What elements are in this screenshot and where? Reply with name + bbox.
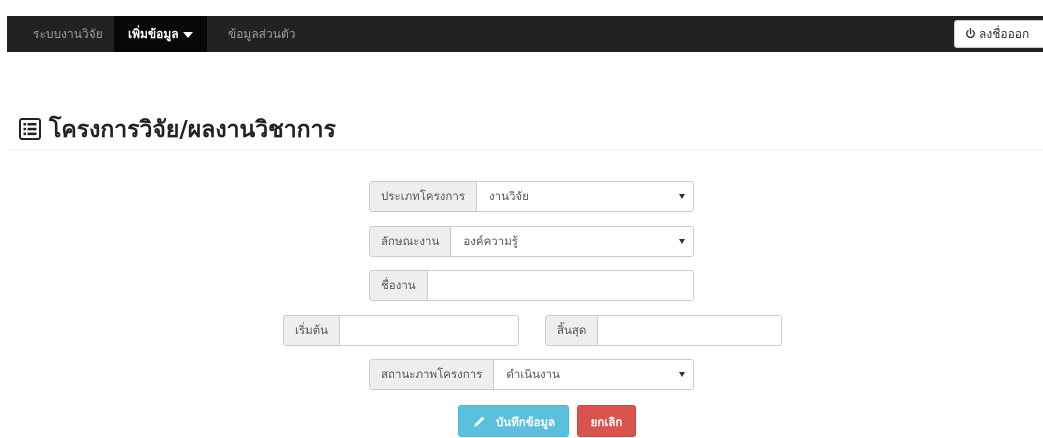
work-name-group: ชื่องาน <box>369 270 694 301</box>
nav-add-data-label: เพิ่มข้อมูล <box>128 27 179 41</box>
end-date-input[interactable] <box>610 316 781 344</box>
project-type-group: ประเภทโครงการ งานวิจัย <box>369 181 694 212</box>
save-button-label: บันทึกข้อมูล <box>496 415 556 429</box>
select-arrow-icon <box>679 372 685 377</box>
pencil-icon <box>474 416 485 427</box>
power-icon <box>966 28 975 39</box>
end-date-label: สิ้นสุด <box>545 315 599 346</box>
page-title-text: โครงการวิจัย/ผลงานวิชาการ <box>49 117 336 143</box>
nav-add-data-dropdown[interactable]: เพิ่มข้อมูล <box>114 16 207 52</box>
project-status-group: สถานะภาพโครงการ ดำเนินงาน <box>369 359 694 390</box>
project-status-label: สถานะภาพโครงการ <box>369 359 495 390</box>
page-title: โครงการวิจัย/ผลงานวิชาการ <box>19 112 336 143</box>
end-date-field[interactable] <box>598 315 782 346</box>
project-type-value: งานวิจัย <box>489 189 529 203</box>
header-divider <box>7 149 1043 150</box>
select-arrow-icon <box>679 194 685 199</box>
start-date-label: เริ่มต้น <box>283 315 341 346</box>
work-name-label: ชื่องาน <box>369 270 428 301</box>
work-nature-label: ลักษณะงาน <box>369 226 452 257</box>
save-button[interactable]: บันทึกข้อมูล <box>458 405 569 437</box>
start-date-group: เริ่มต้น <box>283 315 519 346</box>
select-arrow-icon <box>679 239 685 244</box>
project-status-value: ดำเนินงาน <box>506 367 560 381</box>
work-name-input[interactable] <box>439 271 693 299</box>
start-date-input[interactable] <box>352 316 518 344</box>
project-type-select[interactable]: งานวิจัย <box>477 181 694 212</box>
project-type-label: ประเภทโครงการ <box>369 181 478 212</box>
top-navbar: ระบบงานวิจัย เพิ่มข้อมูล ข้อมูลส่วนตัว ล… <box>7 16 1043 52</box>
work-nature-group: ลักษณะงาน องค์ความรู้ <box>369 226 694 257</box>
end-date-group: สิ้นสุด <box>545 315 782 346</box>
logout-button[interactable]: ลงชื่อออก <box>954 20 1043 48</box>
nav-profile-link[interactable]: ข้อมูลส่วนตัว <box>214 16 309 52</box>
cancel-button[interactable]: ยกเลิก <box>577 405 636 437</box>
start-date-field[interactable] <box>340 315 519 346</box>
work-nature-value: องค์ความรู้ <box>463 234 518 248</box>
list-alt-icon <box>19 118 41 140</box>
logout-label: ลงชื่อออก <box>979 27 1030 41</box>
work-name-field[interactable] <box>427 270 694 301</box>
caret-down-icon <box>182 31 193 38</box>
work-nature-select[interactable]: องค์ความรู้ <box>451 226 694 257</box>
project-status-select[interactable]: ดำเนินงาน <box>494 359 694 390</box>
nav-brand-link[interactable]: ระบบงานวิจัย <box>7 16 117 52</box>
